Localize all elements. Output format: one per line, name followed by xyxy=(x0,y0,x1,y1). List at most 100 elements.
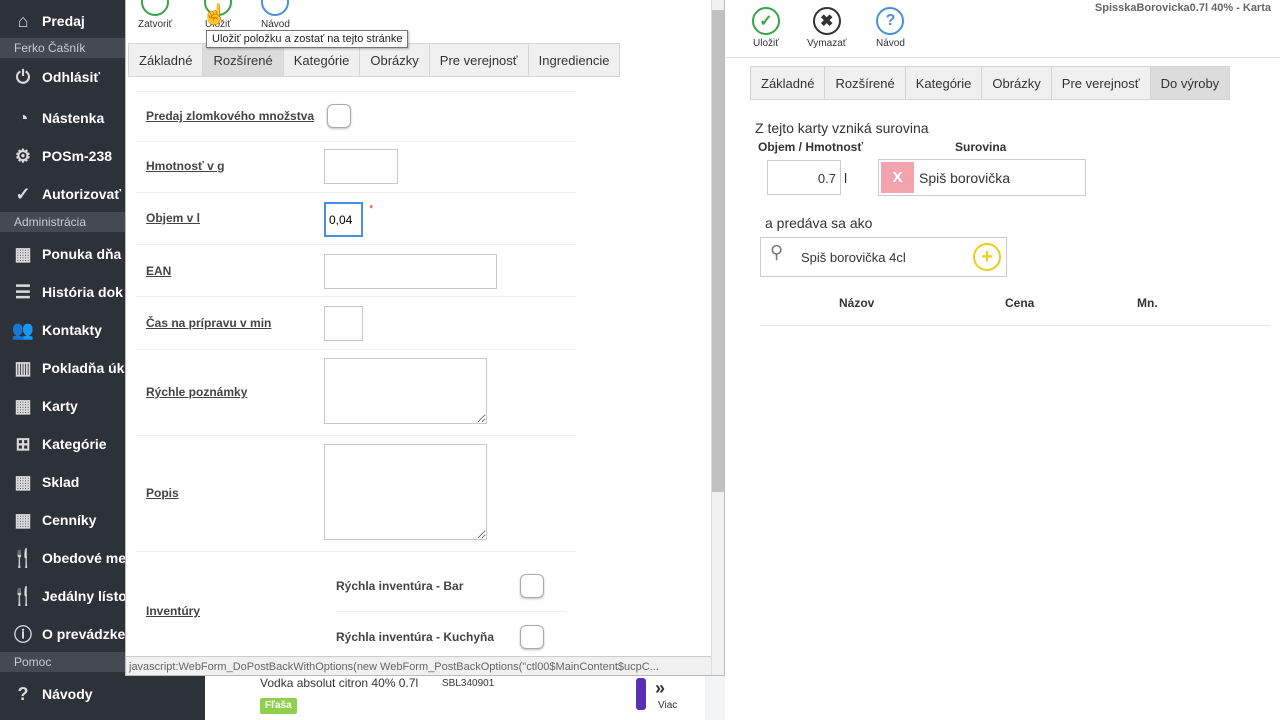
desc-label: Popis xyxy=(146,486,179,500)
extended-modal: Zatvoriť Uložiť Návod Základné Rozšírené… xyxy=(125,0,725,676)
row-fraction: Predaj zlomkového množstva xyxy=(136,91,576,141)
tab-basic[interactable]: Základné xyxy=(128,43,204,77)
save-tooltip: Uložiť položku a zostať na tejto stránke xyxy=(206,30,409,48)
tab-basic[interactable]: Základné xyxy=(750,66,826,100)
inv-bar-label: Rýchla inventúra - Bar xyxy=(336,579,464,593)
more-chevron-icon[interactable]: » xyxy=(655,678,665,699)
list-icon: ☰ xyxy=(14,281,32,302)
dashboard-icon: ◔ xyxy=(17,107,29,128)
modal-guide-button[interactable]: Návod xyxy=(261,0,290,30)
sold-as-table-header: Názov Cena Mn. xyxy=(760,290,1270,326)
desc-textarea[interactable] xyxy=(324,444,487,540)
cubes-icon: ▦ xyxy=(14,471,32,492)
close-modal-button[interactable]: Zatvoriť xyxy=(138,0,172,30)
ean-input[interactable] xyxy=(324,254,497,289)
sold-as-value: Spiš borovička 4cl xyxy=(801,250,906,265)
col-price: Cena xyxy=(1005,296,1035,310)
search-icon: ⚲ xyxy=(770,242,784,262)
check-icon xyxy=(141,0,170,16)
bar-chart-icon: ▥ xyxy=(14,357,32,378)
fraction-checkbox[interactable] xyxy=(327,104,351,128)
home-icon: ⌂ xyxy=(17,10,29,31)
check-circle-icon: ✓ xyxy=(15,183,31,204)
notes-textarea[interactable] xyxy=(324,358,487,424)
cubes-icon: ▦ xyxy=(14,509,32,530)
col-material-header: Surovina xyxy=(955,140,1007,154)
item-color-marker xyxy=(636,678,646,710)
row-volume: Objem v l * xyxy=(136,192,576,244)
card-title: SpisskaBorovicka0.7l 40% - Karta xyxy=(1094,2,1271,14)
mouse-cursor-icon: ☝ xyxy=(202,4,227,26)
tab-categories[interactable]: Kategórie xyxy=(904,66,983,100)
close-icon: ✖ xyxy=(812,7,841,35)
volume-input[interactable] xyxy=(324,202,363,237)
add-icon[interactable]: + xyxy=(973,243,1001,271)
row-notes: Rýchle poznámky xyxy=(136,349,576,435)
col-volume-header: Objem / Hmotnosť xyxy=(758,140,864,154)
cutlery-icon: 🍴 xyxy=(11,585,35,606)
item-badge: Fľaša xyxy=(260,698,297,714)
right-delete-button[interactable]: ✖ Vymazať xyxy=(807,7,847,49)
right-save-button[interactable]: ✓ Uložiť xyxy=(752,7,780,49)
power-icon: ⏻ xyxy=(15,66,31,87)
more-link[interactable]: Viac xyxy=(658,700,677,711)
tab-ingredients[interactable]: Ingrediencie xyxy=(527,43,621,77)
inventory-label: Inventúry xyxy=(146,604,201,618)
cutlery-icon: 🍴 xyxy=(11,547,35,568)
weight-input[interactable] xyxy=(324,149,398,184)
browser-status-bar: javascript:WebForm_DoPostBackWithOptions… xyxy=(126,656,711,675)
tree-icon: ⊞ xyxy=(15,433,31,454)
gear-icon: ⚙ xyxy=(14,145,32,166)
fraction-label: Predaj zlomkového množstva xyxy=(146,109,315,123)
row-ean: EAN xyxy=(136,244,576,296)
help-icon: ? xyxy=(17,683,29,704)
check-icon: ✓ xyxy=(752,7,780,35)
sidebar-item-guides[interactable]: ? Návody xyxy=(0,675,210,713)
info-icon: ⓘ xyxy=(14,625,32,645)
cubes-icon: ▦ xyxy=(14,395,32,416)
background-list-item[interactable]: Vodka absolut citron 40% 0.7l SBL340901 … xyxy=(205,676,705,720)
tab-public[interactable]: Pre verejnosť xyxy=(1050,66,1151,100)
volume-unit: l xyxy=(844,170,848,186)
row-inventory: Inventúry Rýchla inventúra - Bar Rýchla … xyxy=(136,551,576,656)
cubes-star-icon: ▦ xyxy=(14,243,32,264)
tab-images[interactable]: Obrázky xyxy=(359,43,430,77)
item-name: Vodka absolut citron 40% 0.7l xyxy=(260,676,419,690)
inv-bar-checkbox[interactable] xyxy=(520,574,544,598)
prep-input[interactable] xyxy=(324,306,363,341)
divider xyxy=(726,57,1280,58)
remove-material-icon[interactable]: X xyxy=(881,162,914,193)
col-name: Názov xyxy=(839,296,875,310)
row-prep: Čas na prípravu v min xyxy=(136,296,576,349)
prep-label: Čas na prípravu v min xyxy=(146,316,272,330)
modal-scroll-thumb[interactable] xyxy=(712,10,724,492)
inv-kitchen-checkbox[interactable] xyxy=(520,625,544,649)
row-weight: Hmotnosť v g xyxy=(136,141,576,192)
col-qty: Mn. xyxy=(1137,296,1158,310)
tab-public[interactable]: Pre verejnosť xyxy=(428,43,529,77)
tab-images[interactable]: Obrázky xyxy=(981,66,1052,100)
notes-label: Rýchle poznámky xyxy=(146,385,248,399)
tab-categories[interactable]: Kategórie xyxy=(282,43,361,77)
ean-label: EAN xyxy=(146,264,172,278)
users-icon: 👥 xyxy=(11,319,35,340)
help-icon xyxy=(261,0,290,16)
help-icon: ? xyxy=(876,7,905,35)
sold-as-label: a predáva sa ako xyxy=(765,215,873,231)
material-name: Spiš borovička xyxy=(919,170,1011,186)
card-detail-pane: SpisskaBorovicka0.7l 40% - Karta ✓ Uloži… xyxy=(726,0,1280,720)
right-tabs: Základné Rozšírené Kategórie Obrázky Pre… xyxy=(750,66,1231,100)
tab-extended[interactable]: Rozšírené xyxy=(824,66,906,100)
tab-extended[interactable]: Rozšírené xyxy=(202,43,284,77)
right-guide-button[interactable]: ? Návod xyxy=(876,7,905,49)
sold-as-search[interactable]: ⚲ Spiš borovička 4cl + xyxy=(760,237,1007,277)
required-mark: * xyxy=(369,203,374,215)
volume-label: Objem v l xyxy=(146,211,201,225)
row-description: Popis xyxy=(136,435,576,551)
tab-production[interactable]: Do výroby xyxy=(1149,66,1231,100)
item-code: SBL340901 xyxy=(442,678,495,689)
raw-heading: Z tejto karty vzniká surovina xyxy=(755,120,929,136)
modal-tabs: Základné Rozšírené Kategórie Obrázky Pre… xyxy=(128,43,621,77)
material-box: X Spiš borovička xyxy=(878,159,1086,196)
volume-field[interactable]: 0.7 xyxy=(767,160,841,195)
